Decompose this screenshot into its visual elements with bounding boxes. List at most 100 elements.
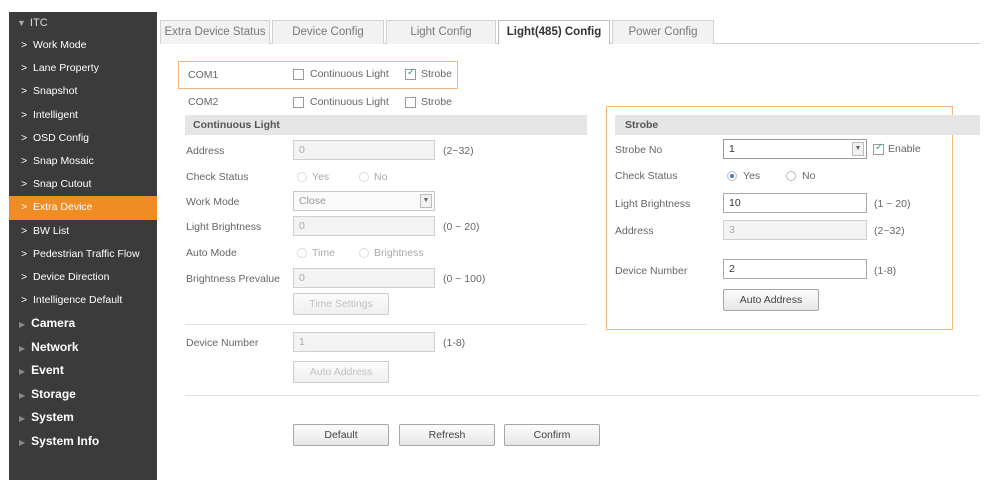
continuous-auto-mode-time-label: Time [312, 247, 335, 259]
strobe-address-range: (2~32) [874, 225, 905, 237]
sidebar-item-label: Event [31, 363, 64, 378]
tab-extra-device-status[interactable]: Extra Device Status [160, 20, 270, 44]
sidebar-item-snapshot[interactable]: > Snapshot [9, 80, 157, 103]
sidebar-item-system-info[interactable]: ▶ System Info [9, 430, 157, 454]
continuous-auto-mode-brightness-radio[interactable] [359, 248, 369, 258]
tab-bar: Extra Device Status Device Config Light … [160, 20, 980, 44]
sidebar-item-label: System Info [31, 433, 100, 448]
continuous-auto-mode-brightness-label: Brightness [374, 247, 424, 259]
continuous-light-brightness-input[interactable]: 0 [293, 216, 435, 236]
sidebar-item-bw-list[interactable]: > BW List [9, 220, 157, 243]
strobe-device-number-input[interactable]: 2 [723, 259, 867, 279]
strobe-device-number-label: Device Number [615, 265, 688, 277]
strobe-check-status-label: Check Status [615, 170, 678, 182]
caret-right-icon: ▶ [19, 343, 26, 353]
sidebar-item-label: OSD Config [33, 131, 90, 144]
continuous-address-input[interactable]: 0 [293, 140, 435, 160]
sidebar-item-label: Work Mode [33, 39, 87, 51]
strobe-enable-checkbox[interactable] [873, 142, 884, 155]
continuous-check-status-yes-radio[interactable] [297, 172, 307, 182]
strobe-auto-address-button[interactable]: Auto Address [723, 289, 819, 311]
caret-right-icon: ▶ [19, 320, 26, 330]
main-content: COM1 Continuous Light Strobe COM2 Contin… [160, 44, 980, 480]
sidebar-item-intelligent[interactable]: > Intelligent [9, 104, 157, 127]
chevron-right-icon: > [21, 270, 28, 283]
chevron-right-icon: > [21, 247, 28, 260]
sidebar-item-label: System [31, 410, 74, 425]
strobe-check-status-yes-label: Yes [743, 170, 761, 182]
continuous-brightness-prevalue-range: (0 ~ 100) [443, 273, 486, 285]
confirm-button[interactable]: Confirm [504, 424, 600, 446]
sidebar-item-event[interactable]: ▶ Event [9, 359, 157, 383]
sidebar-item-label: Lane Property [33, 62, 99, 75]
sidebar-item-camera[interactable]: ▶ Camera [9, 312, 157, 336]
sidebar-header-itc[interactable]: ▼ ITC [9, 12, 157, 34]
strobe-check-status-yes-radio[interactable] [727, 171, 737, 181]
continuous-work-mode-select[interactable]: Close ▼ [293, 191, 435, 211]
continuous-address-range: (2~32) [443, 145, 474, 157]
chevron-right-icon: > [21, 131, 28, 144]
tab-power-config[interactable]: Power Config [612, 20, 714, 44]
sidebar-item-label: Network [31, 339, 79, 354]
strobe-no-select[interactable]: 1 ▼ [723, 139, 867, 159]
chevron-right-icon: > [21, 294, 28, 307]
continuous-auto-address-button[interactable]: Auto Address [293, 361, 389, 383]
sidebar-item-work-mode[interactable]: > Work Mode [9, 34, 157, 57]
continuous-check-status-no-label: No [374, 171, 388, 183]
continuous-check-status-label: Check Status [186, 171, 249, 183]
strobe-check-status-no-radio[interactable] [786, 171, 796, 181]
continuous-check-status-yes-label: Yes [312, 171, 330, 183]
sidebar-item-pedestrian-traffic-flow[interactable]: > Pedestrian Traffic Flow [9, 243, 157, 266]
continuous-device-number-input[interactable]: 1 [293, 332, 435, 352]
strobe-address-label: Address [615, 225, 654, 237]
sidebar-item-osd-config[interactable]: > OSD Config [9, 127, 157, 150]
refresh-button[interactable]: Refresh [399, 424, 495, 446]
com2-continuous-checkbox[interactable] [293, 97, 304, 108]
strobe-address-input[interactable]: 3 [723, 220, 867, 240]
sidebar-item-label: Intelligent [33, 108, 78, 121]
tab-light485-config[interactable]: Light(485) Config [498, 20, 610, 44]
chevron-right-icon: > [21, 85, 28, 98]
dropdown-arrow-icon: ▼ [852, 142, 864, 156]
strobe-check-status-no-label: No [802, 170, 816, 182]
sidebar-item-snap-cutout[interactable]: > Snap Cutout [9, 173, 157, 196]
caret-right-icon: ▶ [19, 390, 26, 400]
com1-continuous-label: Continuous Light [310, 68, 389, 80]
section-divider [185, 324, 587, 325]
continuous-brightness-prevalue-input[interactable]: 0 [293, 268, 435, 288]
continuous-light-section-title: Continuous Light [185, 115, 587, 135]
time-settings-button[interactable]: Time Settings [293, 293, 389, 315]
sidebar-item-network[interactable]: ▶ Network [9, 336, 157, 360]
sidebar-item-label: Extra Device [33, 201, 93, 214]
continuous-device-number-label: Device Number [186, 337, 259, 349]
tab-device-config[interactable]: Device Config [272, 20, 384, 44]
com1-strobe-label: Strobe [421, 68, 452, 80]
sidebar-item-lane-property[interactable]: > Lane Property [9, 57, 157, 80]
sidebar-item-storage[interactable]: ▶ Storage [9, 383, 157, 407]
com2-continuous-label: Continuous Light [310, 96, 389, 108]
continuous-check-status-no-radio[interactable] [359, 172, 369, 182]
default-button[interactable]: Default [293, 424, 389, 446]
sidebar-header-label: ITC [29, 17, 48, 29]
strobe-no-label: Strobe No [615, 144, 663, 156]
tab-light-config[interactable]: Light Config [386, 20, 496, 44]
sidebar-item-label: Storage [31, 386, 76, 401]
continuous-brightness-prevalue-label: Brightness Prevalue [186, 273, 280, 285]
sidebar-item-extra-device[interactable]: > Extra Device [9, 196, 157, 220]
strobe-light-brightness-input[interactable]: 10 [723, 193, 867, 213]
com1-continuous-checkbox[interactable] [293, 69, 304, 80]
sidebar-item-system[interactable]: ▶ System [9, 406, 157, 430]
sidebar-item-intelligence-default[interactable]: > Intelligence Default [9, 289, 157, 312]
com2-strobe-checkbox[interactable] [405, 97, 416, 108]
sidebar-item-label: Intelligence Default [33, 294, 123, 307]
strobe-no-value: 1 [729, 143, 735, 155]
com2-label: COM2 [188, 96, 219, 108]
sidebar-item-snap-mosaic[interactable]: > Snap Mosaic [9, 150, 157, 173]
chevron-right-icon: > [21, 201, 28, 214]
caret-down-icon: ▼ [17, 18, 26, 28]
footer-divider [185, 395, 980, 396]
sidebar-item-device-direction[interactable]: > Device Direction [9, 266, 157, 289]
com1-strobe-checkbox[interactable] [405, 67, 416, 80]
strobe-light-brightness-range: (1 ~ 20) [874, 198, 911, 210]
continuous-auto-mode-time-radio[interactable] [297, 248, 307, 258]
